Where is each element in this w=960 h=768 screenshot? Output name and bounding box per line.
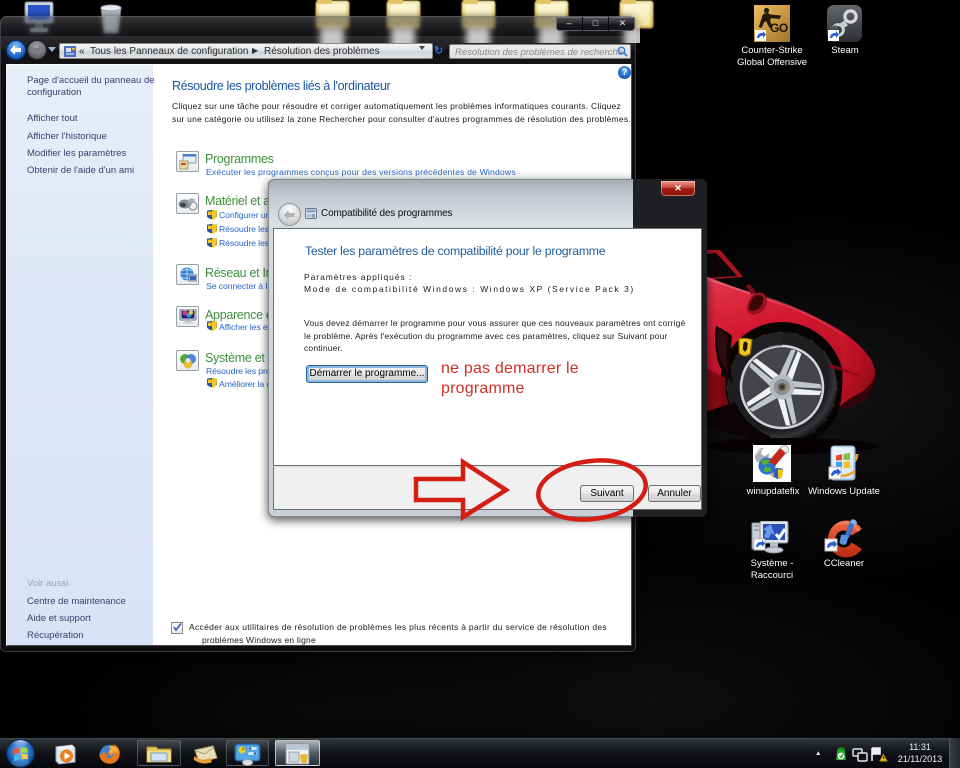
svg-text:GO: GO <box>770 21 788 35</box>
